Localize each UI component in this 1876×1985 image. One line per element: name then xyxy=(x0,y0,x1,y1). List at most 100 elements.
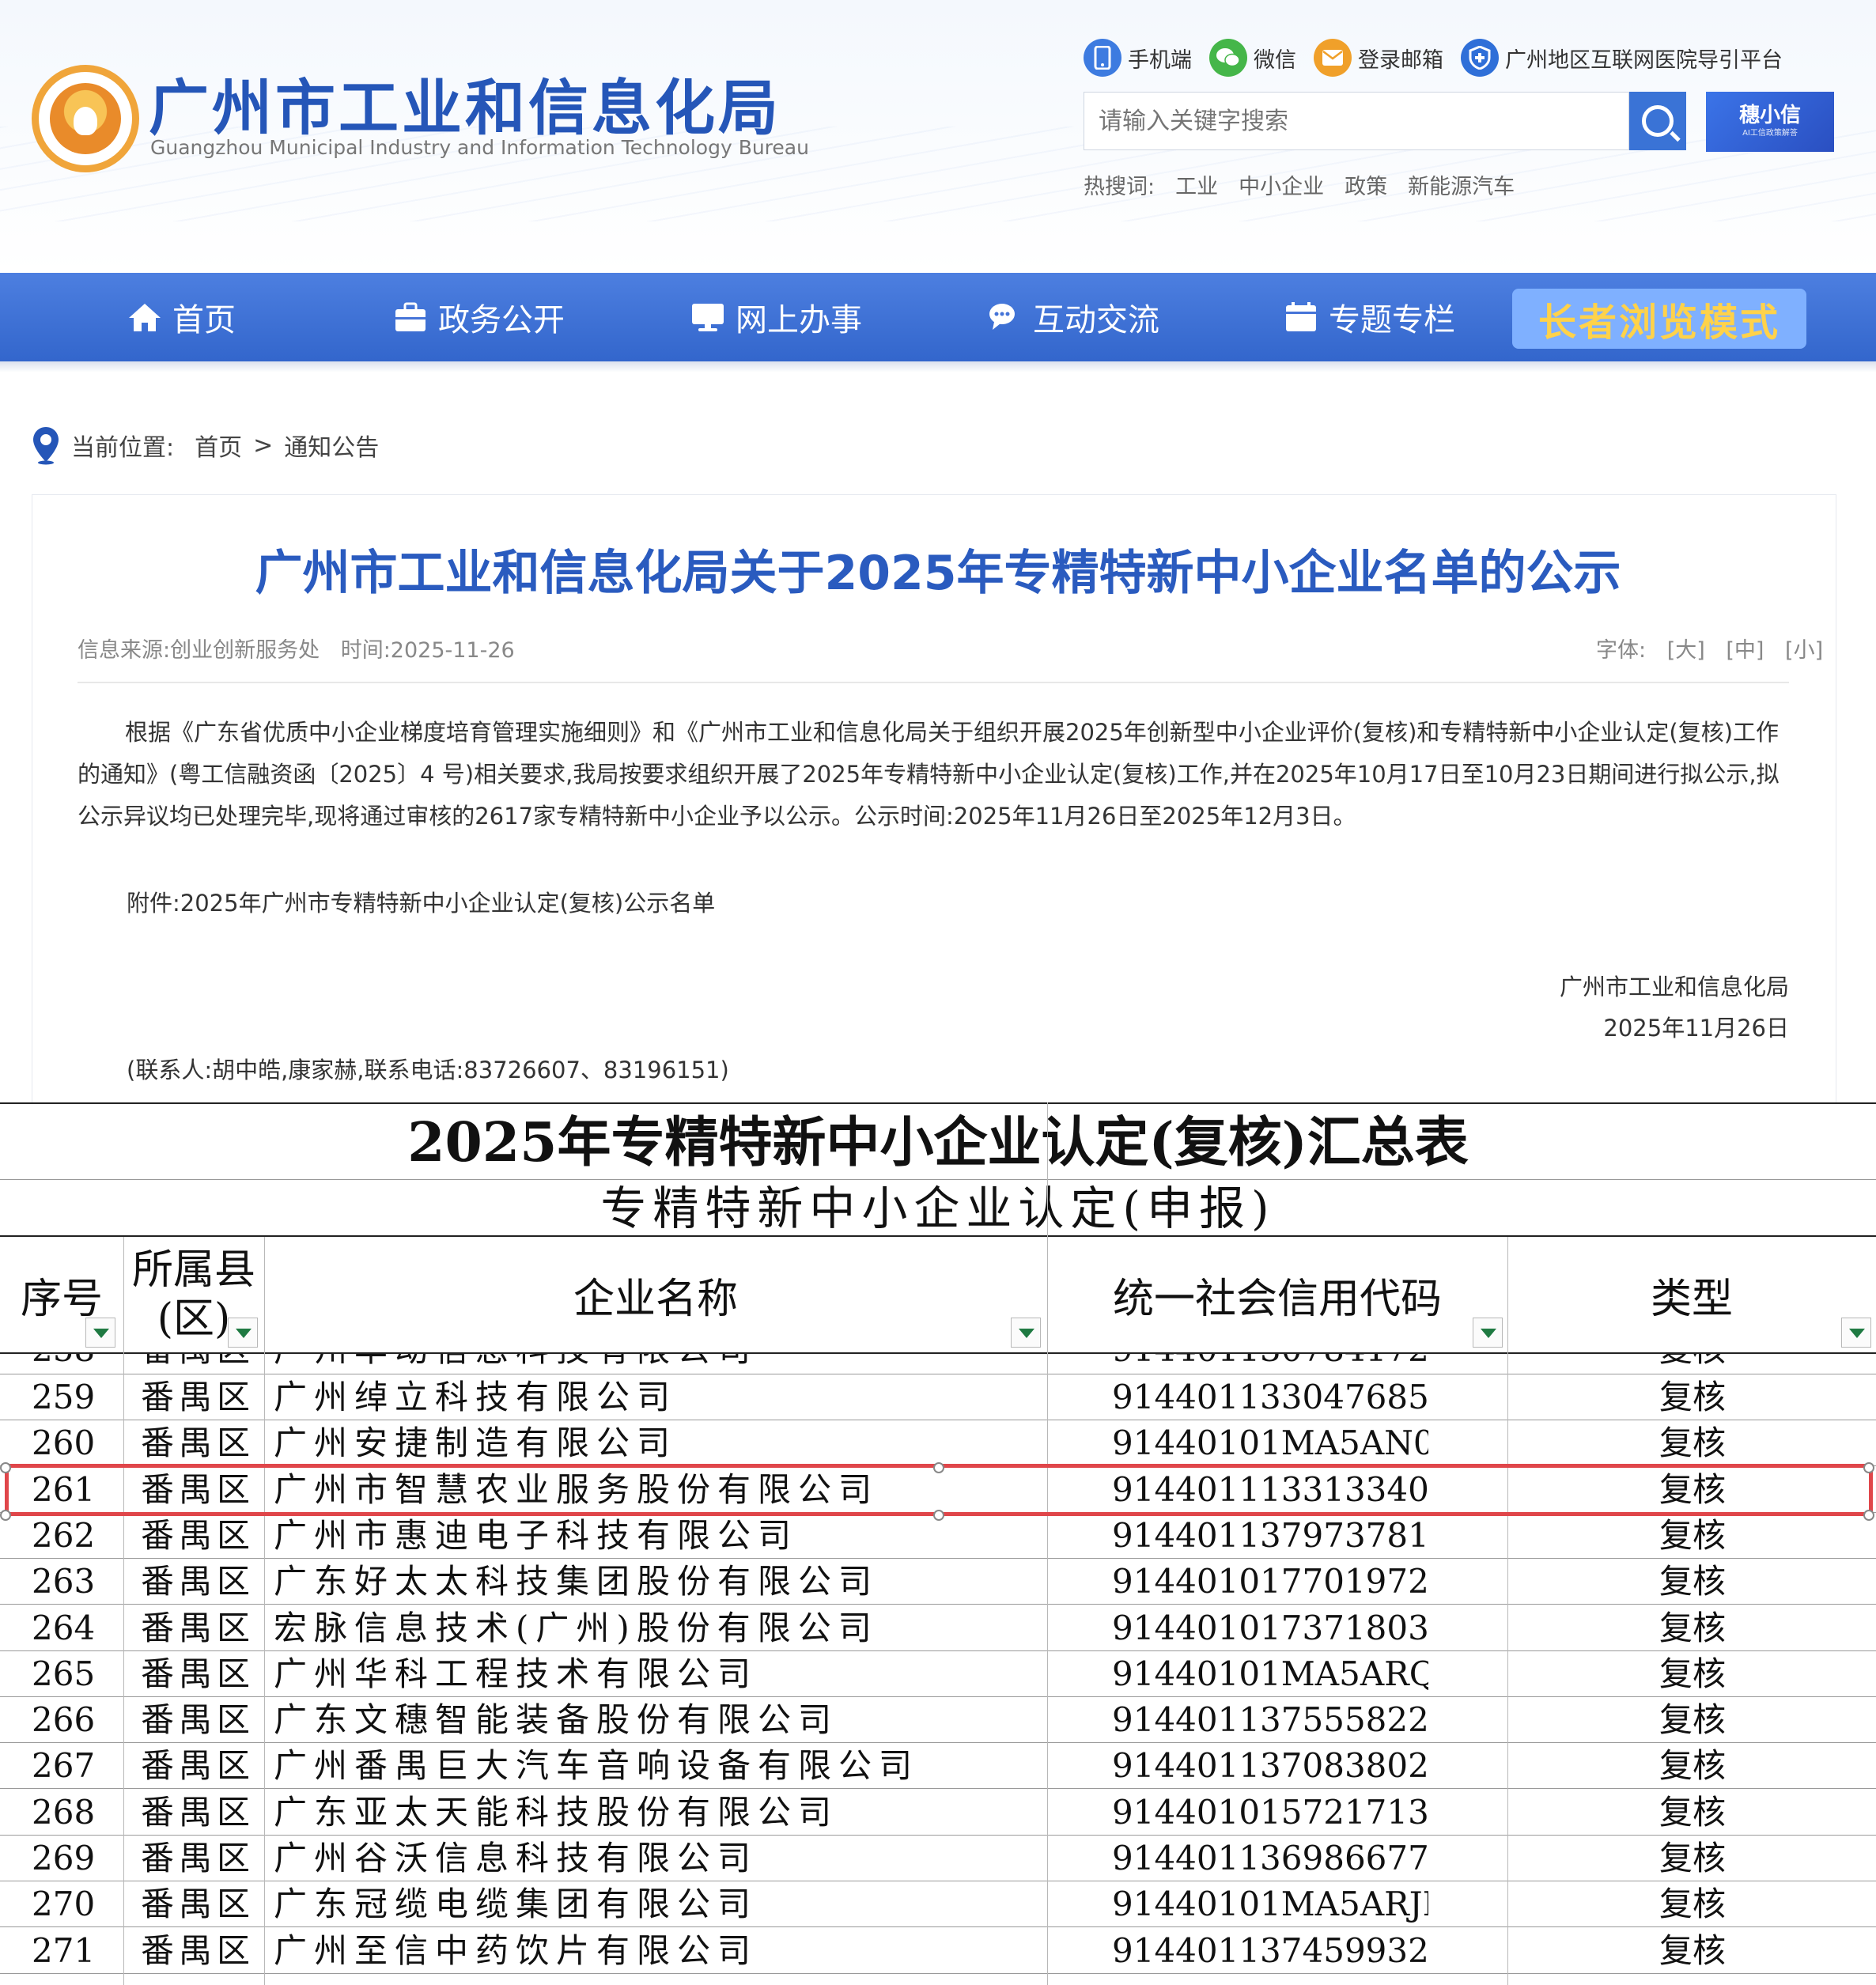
cell-type: 复核 xyxy=(1659,1700,1727,1740)
cell-type: 复核 xyxy=(1659,1746,1727,1786)
monitor-icon xyxy=(690,301,726,333)
nav-government-affairs-label: 政务公开 xyxy=(438,302,565,338)
hot-word-nev[interactable]: 新能源汽车 xyxy=(1408,169,1515,200)
table-row[interactable]: 270 番禺区广东冠缆电缆集团有限公司 91440101MA5ARJPR4T 复核 xyxy=(0,1881,1876,1928)
signature-date: 2025年11月26日 xyxy=(1603,1015,1789,1042)
cell-type: 复核 xyxy=(1659,1839,1727,1877)
table-row[interactable]: 260 番禺区广州安捷制造有限公司 91440101MA5AN0430J 复核 xyxy=(0,1420,1876,1467)
nav-special-topics[interactable]: 专题专栏 xyxy=(1283,273,1455,361)
filter-dropdown-icon[interactable] xyxy=(1473,1318,1503,1348)
cell-type: 复核 xyxy=(1659,1885,1727,1924)
search-button[interactable] xyxy=(1629,92,1686,150)
hot-word-industry[interactable]: 工业 xyxy=(1175,169,1218,200)
font-size-large[interactable]: [大] xyxy=(1667,638,1705,663)
mobile-link[interactable]: 手机端 xyxy=(1084,39,1192,77)
table-row[interactable]: 265 番禺区广州华科工程技术有限公司 91440101MA5ARQTN6A 复核 xyxy=(0,1651,1876,1697)
cell-company-name: 广州华动信息科技有限公司 xyxy=(274,1354,1041,1373)
hospital-guide-link[interactable]: 广州地区互联网医院导引平台 xyxy=(1461,39,1783,77)
cell-company-name: 广州谷沃信息科技有限公司 xyxy=(274,1839,758,1877)
cell-seq: 262 xyxy=(32,1515,96,1555)
filter-dropdown-icon[interactable] xyxy=(85,1318,115,1348)
chat-icon xyxy=(987,301,1023,333)
table-row[interactable]: 269 番禺区广州谷沃信息科技有限公司 91440113698667703Q 复核 xyxy=(0,1836,1876,1881)
cell-district: 番禺区 xyxy=(141,1562,255,1601)
table-row[interactable]: 267 番禺区广州番禺巨大汽车音响设备有限公司 91440113708380256Q… xyxy=(0,1743,1876,1790)
selection-handle[interactable] xyxy=(1863,1509,1874,1521)
nav-government-affairs[interactable]: 政务公开 xyxy=(392,273,565,361)
wechat-link[interactable]: 微信 xyxy=(1209,39,1296,77)
cell-credit-code: 9144011330476857XH xyxy=(1112,1378,1428,1416)
breadcrumb-label: 当前位置: xyxy=(71,434,175,462)
filter-dropdown-icon[interactable] xyxy=(1841,1318,1871,1348)
cell-company-name: 宏脉信息技术(广州)股份有限公司 xyxy=(274,1608,879,1647)
table-row[interactable]: 259 番禺区广州绰立科技有限公司 9144011330476857XH 复核 xyxy=(0,1374,1876,1420)
table-row-partial[interactable]: 258 番禺区 广州华动信息科技有限公司 91440113078417260 复… xyxy=(0,1354,1876,1374)
selection-handle[interactable] xyxy=(1863,1461,1874,1473)
mobile-icon xyxy=(1084,39,1121,77)
selection-handle[interactable] xyxy=(933,1509,944,1521)
cell-district: 番禺区 xyxy=(141,1654,255,1693)
table-row[interactable]: 264 番禺区宏脉信息技术(广州)股份有限公司 914401017371803684… xyxy=(0,1605,1876,1651)
article-title: 广州市工业和信息化局关于2025年专精特新中小企业名单的公示 xyxy=(255,546,1621,601)
grid-line xyxy=(123,1237,124,1985)
grid-line xyxy=(1507,1237,1508,1985)
breadcrumb-home[interactable]: 首页 xyxy=(195,428,242,463)
cell-district: 番禺区 xyxy=(141,1839,255,1877)
ai-assistant-badge[interactable]: 穗小信 AI工信政策解答 xyxy=(1706,92,1834,152)
filter-dropdown-icon[interactable] xyxy=(1011,1318,1041,1348)
breadcrumb-separator: > xyxy=(253,431,274,459)
cell-company-name: 广州华科工程技术有限公司 xyxy=(274,1654,758,1693)
breadcrumb-current[interactable]: 通知公告 xyxy=(284,428,379,463)
cell-company-name: 广州绰立科技有限公司 xyxy=(274,1378,678,1416)
cell-credit-code: 91440101MA5AN0430J xyxy=(1112,1424,1428,1463)
header-seq-text: 序号 xyxy=(20,1275,103,1323)
selection-handle[interactable] xyxy=(0,1509,11,1521)
article-attachment[interactable]: 附件:2025年广州市专精特新中小企业认定(复核)公示名单 xyxy=(127,883,715,924)
site-title[interactable]: 广州市工业和信息化局 xyxy=(149,73,781,144)
search-box xyxy=(1084,92,1629,150)
elder-mode-button[interactable]: 长者浏览模式 xyxy=(1512,289,1806,349)
filter-dropdown-icon[interactable] xyxy=(228,1318,258,1348)
selection-handle[interactable] xyxy=(0,1461,11,1473)
cell-credit-code: 91440113708380256Q xyxy=(1112,1746,1428,1786)
bureau-logo[interactable] xyxy=(32,65,139,172)
font-size-label: 字体: xyxy=(1596,638,1647,663)
table-row[interactable]: 268 番禺区广东亚太天能科技股份有限公司 9144010157217134X5 复核 xyxy=(0,1790,1876,1836)
selection-handle[interactable] xyxy=(933,1461,944,1473)
mail-link[interactable]: 登录邮箱 xyxy=(1314,39,1443,77)
cell-seq: 265 xyxy=(32,1654,96,1693)
cell-district: 番禺区 xyxy=(141,1700,255,1740)
cell-credit-code: 91440101MA5ARJPR4T xyxy=(1112,1885,1428,1924)
search-input[interactable] xyxy=(1084,93,1590,149)
nav-special-topics-label: 专题专栏 xyxy=(1329,302,1455,338)
nav-home[interactable]: 首页 xyxy=(127,273,236,361)
hot-word-sme[interactable]: 中小企业 xyxy=(1239,169,1324,200)
nav-shadow xyxy=(0,361,1876,372)
grid-line xyxy=(1047,1102,1048,1985)
table-row[interactable]: 263 番禺区广东好太太科技集团股份有限公司 91440101770197284B 复… xyxy=(0,1559,1876,1605)
header-company-name-text: 企业名称 xyxy=(573,1275,738,1323)
cell-seq: 264 xyxy=(32,1608,96,1647)
breadcrumb: 当前位置: 首页 > 通知公告 xyxy=(32,424,379,467)
article-body: 根据《广东省优质中小企业梯度培育管理实施细则》和《广州市工业和信息化局关于组织开… xyxy=(78,719,1780,830)
hot-word-policy[interactable]: 政策 xyxy=(1345,169,1387,200)
cell-seq: 268 xyxy=(32,1792,96,1832)
cell-type: 复核 xyxy=(1659,1354,1738,1373)
font-size-switcher: 字体: [大] [中] [小] xyxy=(1582,633,1823,664)
table-row[interactable]: 266 番禺区广东文穗智能装备股份有限公司 91440113755582221H 复核 xyxy=(0,1697,1876,1744)
font-size-medium[interactable]: [中] xyxy=(1726,638,1764,663)
cell-seq: 260 xyxy=(32,1424,96,1463)
mail-label: 登录邮箱 xyxy=(1358,47,1443,73)
cell-seq: 266 xyxy=(32,1700,96,1740)
hot-search: 热搜词: 工业 中小企业 政策 新能源汽车 xyxy=(1084,169,1535,200)
nav-interaction[interactable]: 互动交流 xyxy=(987,273,1159,361)
grid-line xyxy=(264,1237,265,1985)
font-size-small[interactable]: [小] xyxy=(1785,638,1823,663)
cell-credit-code: 91440113797378130W xyxy=(1112,1515,1428,1555)
cell-district: 番禺区 xyxy=(141,1930,255,1970)
cell-company-name: 广东好太太科技集团股份有限公司 xyxy=(274,1562,879,1601)
table-row[interactable]: 271 番禺区广州至信中药饮片有限公司 9144011374599326X 复核 xyxy=(0,1928,1876,1974)
nav-online-services[interactable]: 网上办事 xyxy=(690,273,862,361)
header-type-text: 类型 xyxy=(1650,1275,1733,1323)
cell-seq: 269 xyxy=(32,1839,96,1877)
